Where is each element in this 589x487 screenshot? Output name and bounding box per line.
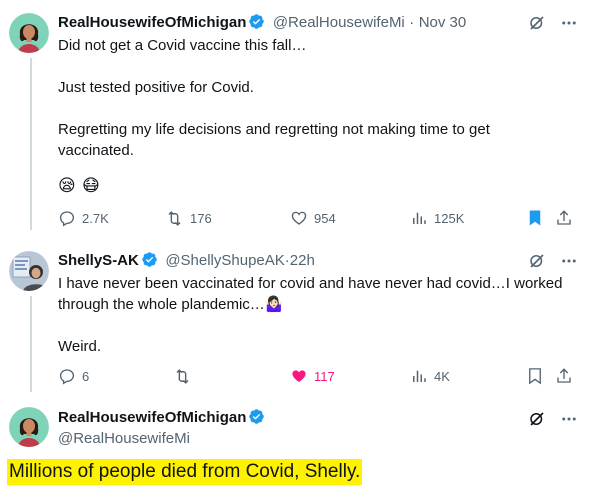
handle[interactable]: @RealHousewifeMi [273,14,405,31]
tweet-top-actions [528,410,578,428]
like-icon [292,370,306,382]
repost-count: 176 [190,210,212,226]
timestamp[interactable]: 22h [290,252,315,269]
bookmark-icon[interactable] [526,366,544,386]
reply-icon [59,369,75,385]
reply-button[interactable]: 2.7K [58,206,109,230]
tweet-line: Weird. [58,338,102,355]
avatar[interactable] [9,13,49,53]
reply-button[interactable]: 6 [58,364,89,388]
like-count: 117 [314,368,335,384]
tweet-body: I have never been vaccinated for covid a… [58,273,578,357]
handle[interactable]: @RealHousewifeMi [58,430,190,447]
tweet-action-bar: 6 117 4K [58,364,578,388]
tweet-line: vaccinated. [58,142,134,159]
reply-count: 6 [82,368,90,384]
display-name[interactable]: ShellyS-AK [58,252,139,269]
separator: · [409,14,415,31]
handle[interactable]: @ShellyShupeAK [165,252,284,269]
tweet-thread: RealHousewifeOfMichigan @RealHousewifeMi… [0,0,589,487]
like-count: 954 [314,210,336,226]
repost-button[interactable]: 176 [165,206,212,230]
verified-badge-icon [249,409,265,424]
tweet-line: through the whole plandemic…🤷🏻‍♀️ [58,296,284,313]
share-icon[interactable] [555,208,573,228]
bookmark-icon[interactable] [526,208,544,228]
tweet-action-bar: 2.7K 176 954 125K [58,206,578,230]
like-button[interactable]: 954 [290,206,336,230]
like-button[interactable]: 117 [290,364,335,388]
repost-icon [176,368,189,384]
view-count: 4K [434,368,450,384]
grok-icon[interactable] [528,14,546,32]
more-icon[interactable] [560,252,578,270]
tweet-line: Did not get a Covid vaccine this fall… [58,37,307,54]
grok-icon[interactable] [528,410,546,428]
reply-count: 2.7K [82,210,109,226]
tweet-line: I have never been vaccinated for covid a… [58,275,563,292]
avatar[interactable] [9,407,49,447]
more-icon[interactable] [560,410,578,428]
views-button[interactable]: 4K [410,364,450,388]
tweet-top-actions [528,252,578,270]
tweet-header: ShellyS-AK @ShellyShupeAK·22h [58,251,315,271]
sleepy-emoji: 😪 [58,176,76,195]
tweet-top-actions [528,14,578,32]
tweet-line: Just tested positive for Covid. [58,79,254,96]
display-name[interactable]: RealHousewifeOfMichigan [58,14,246,31]
repost-button[interactable] [173,364,198,388]
timestamp[interactable]: Nov 30 [419,14,467,31]
mask-emoji: 😷 [82,176,100,195]
views-icon [413,370,426,382]
view-count: 125K [434,210,465,226]
reply-icon [59,211,75,227]
shrug-emoji: 🤷🏻‍♀️ [264,296,284,313]
avatar[interactable] [9,251,49,291]
tweet-body: Did not get a Covid vaccine this fall… J… [58,35,568,161]
tweet-line: Regretting my life decisions and regrett… [58,121,490,138]
display-name[interactable]: RealHousewifeOfMichigan [58,409,246,426]
tweet-handle-line: @RealHousewifeMi [58,429,190,449]
share-icon[interactable] [555,366,573,386]
thread-line [30,58,32,230]
verified-badge-icon [249,14,265,29]
repost-icon [168,210,181,226]
views-button[interactable]: 125K [410,206,464,230]
tweet-header: RealHousewifeOfMichigan [58,408,268,428]
more-icon[interactable] [560,14,578,32]
verified-badge-icon [142,252,157,267]
views-icon [413,212,426,224]
thread-line [30,296,32,392]
grok-icon[interactable] [528,252,546,270]
focused-tweet-text: Millions of people died from Covid, Shel… [7,459,363,485]
like-icon [291,211,307,225]
tweet-header: RealHousewifeOfMichigan @RealHousewifeMi… [58,13,466,33]
